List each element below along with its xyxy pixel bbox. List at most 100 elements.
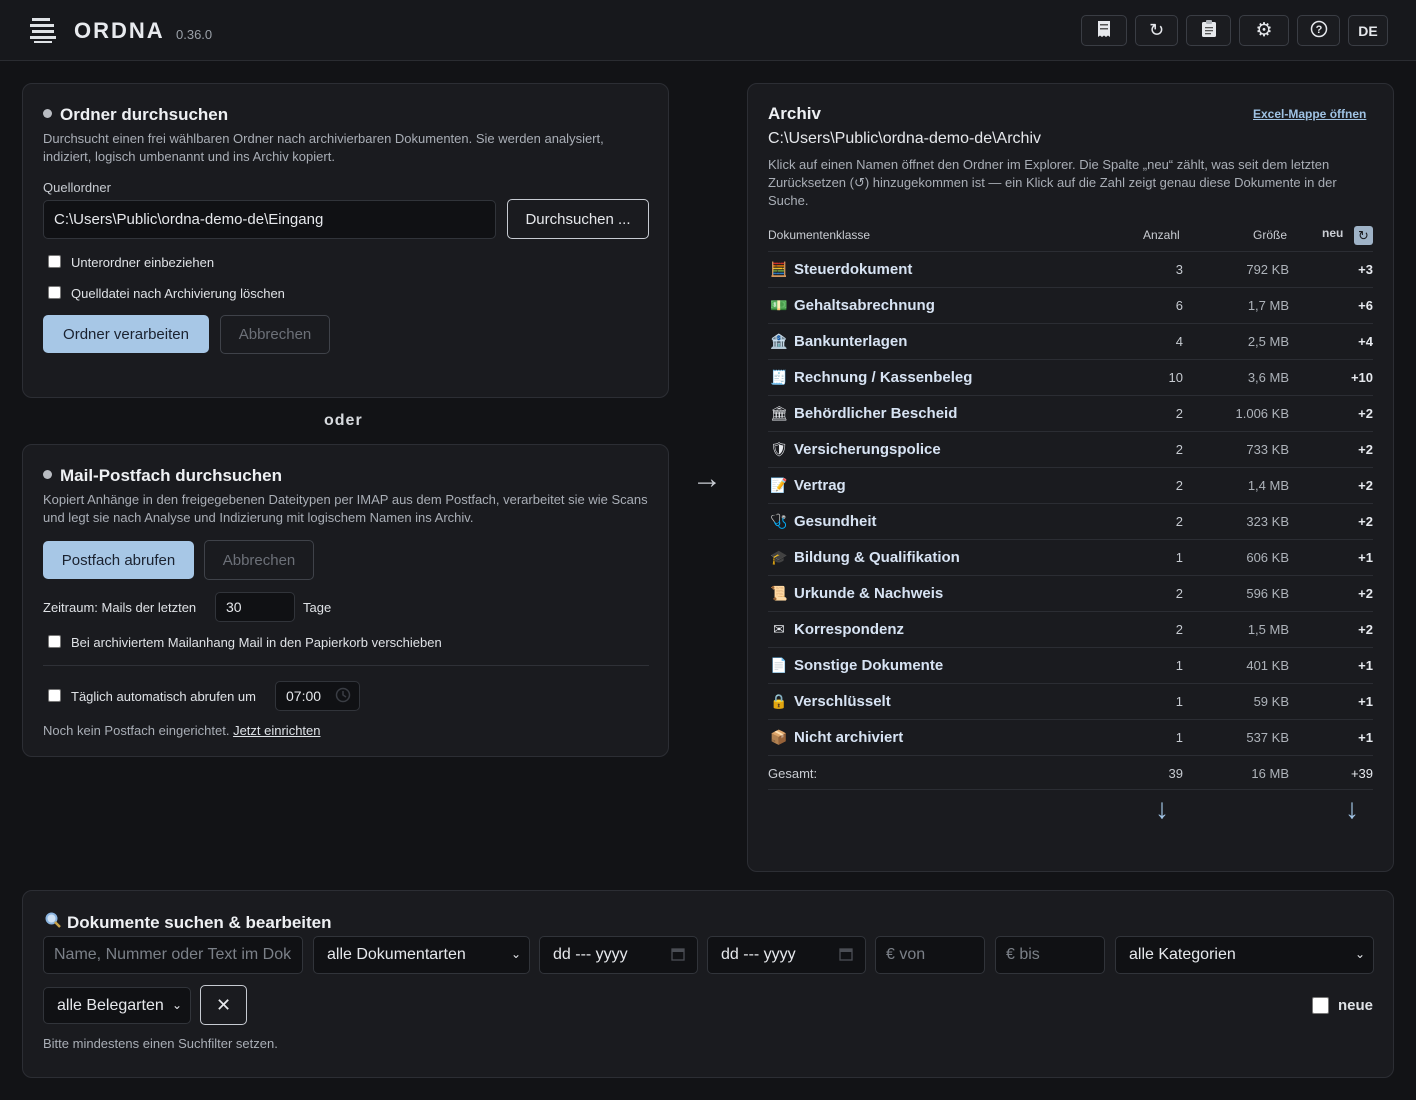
category-size: 537 KB bbox=[1246, 730, 1289, 745]
setup-mailbox-link[interactable]: Jetzt einrichten bbox=[233, 723, 320, 738]
category-size: 1,5 MB bbox=[1247, 622, 1289, 637]
clear-filters-button[interactable]: ✕ bbox=[200, 985, 247, 1025]
category-new-link[interactable]: +2 bbox=[1358, 622, 1373, 637]
category-new-link[interactable]: +1 bbox=[1358, 730, 1373, 745]
arrow-down-icon[interactable]: ↓ bbox=[1345, 793, 1359, 825]
process-folder-button[interactable]: Ordner verarbeiten bbox=[43, 315, 209, 353]
total-new: +39 bbox=[1350, 766, 1373, 781]
fetch-mailbox-button[interactable]: Postfach abrufen bbox=[43, 541, 194, 579]
category-name-link[interactable]: Korrespondenz bbox=[794, 621, 904, 638]
category-count: 2 bbox=[1175, 478, 1183, 493]
document-button[interactable] bbox=[1081, 15, 1127, 46]
table-row[interactable]: 🎓 Bildung & Qualifikation 1 606 KB +1 bbox=[768, 540, 1373, 576]
include-subfolders-label: Unterordner einbeziehen bbox=[71, 255, 215, 270]
column-class: Dokumentenklasse bbox=[768, 228, 871, 242]
auto-fetch-time-input[interactable]: 07:00 bbox=[275, 681, 360, 711]
category-name-link[interactable]: Nicht archiviert bbox=[794, 729, 903, 746]
category-new-link[interactable]: +1 bbox=[1358, 658, 1373, 673]
table-row[interactable]: ✉ Korrespondenz 2 1,5 MB +2 bbox=[768, 612, 1373, 648]
folder-panel: Ordner durchsuchen Durchsucht einen frei… bbox=[22, 83, 669, 398]
reset-new-button[interactable]: ↻ bbox=[1354, 226, 1373, 245]
category-icon: 💵 bbox=[770, 297, 788, 313]
language-button[interactable]: DE bbox=[1348, 15, 1388, 46]
category-name-link[interactable]: Versicherungspolice bbox=[794, 441, 941, 458]
table-row[interactable]: 🏦 Bankunterlagen 4 2,5 MB +4 bbox=[768, 324, 1373, 360]
category-new-link[interactable]: +2 bbox=[1358, 586, 1373, 601]
archive-title: Archiv bbox=[768, 104, 821, 123]
source-folder-label: Quellordner bbox=[43, 180, 111, 195]
search-text-input[interactable]: Name, Nummer oder Text im Dok bbox=[43, 936, 303, 974]
category-new-link[interactable]: +6 bbox=[1358, 298, 1373, 313]
category-name-link[interactable]: Sonstige Dokumente bbox=[794, 657, 943, 674]
help-icon: ? bbox=[1310, 20, 1328, 42]
table-row[interactable]: 💵 Gehaltsabrechnung 6 1,7 MB +6 bbox=[768, 288, 1373, 324]
date-to-input[interactable]: dd --- yyyy bbox=[707, 936, 866, 974]
archive-path-link[interactable]: C:\Users\Public\ordna-demo-de\Archiv bbox=[768, 130, 1041, 148]
table-row[interactable]: 🧾 Rechnung / Kassenbeleg 10 3,6 MB +10 bbox=[768, 360, 1373, 396]
table-row[interactable]: 📄 Sonstige Dokumente 1 401 KB +1 bbox=[768, 648, 1373, 684]
table-row[interactable]: 📜 Urkunde & Nachweis 2 596 KB +2 bbox=[768, 576, 1373, 612]
category-icon: 📝 bbox=[770, 477, 788, 493]
category-name-link[interactable]: Behördlicher Bescheid bbox=[794, 405, 957, 422]
include-subfolders-checkbox[interactable] bbox=[48, 255, 61, 268]
total-size: 16 MB bbox=[1251, 766, 1289, 781]
clock-icon bbox=[335, 687, 351, 706]
date-from-input[interactable]: dd --- yyyy bbox=[539, 936, 698, 974]
auto-fetch-checkbox[interactable] bbox=[48, 689, 61, 702]
source-folder-input[interactable]: C:\Users\Public\ordna-demo-de\Eingang bbox=[43, 200, 496, 239]
category-new-link[interactable]: +2 bbox=[1358, 442, 1373, 457]
table-row[interactable]: 🏛 Behördlicher Bescheid 2 1.006 KB +2 bbox=[768, 396, 1373, 432]
no-mailbox-text: Noch kein Postfach eingerichtet. bbox=[43, 723, 230, 738]
category-name-link[interactable]: Urkunde & Nachweis bbox=[794, 585, 943, 602]
table-row[interactable]: 🔒 Verschlüsselt 1 59 KB +1 bbox=[768, 684, 1373, 720]
category-new-link[interactable]: +2 bbox=[1358, 406, 1373, 421]
new-only-checkbox[interactable] bbox=[1312, 997, 1329, 1014]
clipboard-button[interactable] bbox=[1186, 15, 1231, 46]
category-name-link[interactable]: Gehaltsabrechnung bbox=[794, 297, 935, 314]
category-name-link[interactable]: Verschlüsselt bbox=[794, 693, 891, 710]
or-separator: oder bbox=[324, 412, 363, 429]
gear-icon: ⚙ bbox=[1255, 20, 1273, 41]
delete-after-checkbox[interactable] bbox=[48, 286, 61, 299]
total-label: Gesamt: bbox=[768, 766, 818, 781]
trash-mail-checkbox[interactable] bbox=[48, 635, 61, 648]
status-dot bbox=[43, 109, 52, 118]
category-name-link[interactable]: Bildung & Qualifikation bbox=[794, 549, 960, 566]
table-row[interactable]: 🛡 Versicherungspolice 2 733 KB +2 bbox=[768, 432, 1373, 468]
cancel-folder-button[interactable]: Abbrechen bbox=[220, 315, 330, 354]
mail-panel-description: Kopiert Anhänge in den freigegebenen Dat… bbox=[43, 492, 648, 525]
arrow-down-icon[interactable]: ↓ bbox=[1155, 793, 1169, 825]
category-name-link[interactable]: Bankunterlagen bbox=[794, 333, 907, 350]
category-new-link[interactable]: +3 bbox=[1358, 262, 1373, 277]
category-new-link[interactable]: +2 bbox=[1358, 514, 1373, 529]
receipt-type-select[interactable]: alle Belegarten ⌄ bbox=[43, 987, 191, 1024]
category-new-link[interactable]: +1 bbox=[1358, 694, 1373, 709]
category-name-link[interactable]: Rechnung / Kassenbeleg bbox=[794, 369, 972, 386]
category-icon: 🏦 bbox=[770, 333, 788, 349]
settings-button[interactable]: ⚙ bbox=[1239, 15, 1289, 46]
cancel-mail-button[interactable]: Abbrechen bbox=[204, 540, 314, 580]
table-row[interactable]: 📦 Nicht archiviert 1 537 KB +1 bbox=[768, 720, 1373, 756]
category-select[interactable]: alle Kategorien ⌄ bbox=[1115, 936, 1374, 974]
category-new-link[interactable]: +2 bbox=[1358, 478, 1373, 493]
category-size: 606 KB bbox=[1246, 550, 1289, 565]
receipt-type-value: alle Belegarten bbox=[57, 996, 164, 1014]
table-row[interactable]: 📝 Vertrag 2 1,4 MB +2 bbox=[768, 468, 1373, 504]
category-new-link[interactable]: +1 bbox=[1358, 550, 1373, 565]
category-name-link[interactable]: Gesundheit bbox=[794, 513, 877, 530]
open-excel-link[interactable]: Excel-Mappe öffnen bbox=[1253, 107, 1366, 121]
category-count: 3 bbox=[1175, 262, 1183, 277]
range-days-input[interactable]: 30 bbox=[215, 592, 295, 622]
table-row[interactable]: 🧮 Steuerdokument 3 792 KB +3 bbox=[768, 252, 1373, 288]
category-name-link[interactable]: Steuerdokument bbox=[794, 261, 912, 278]
refresh-button[interactable]: ↻ bbox=[1135, 15, 1178, 46]
table-row[interactable]: 🩺 Gesundheit 2 323 KB +2 bbox=[768, 504, 1373, 540]
category-new-link[interactable]: +10 bbox=[1351, 370, 1373, 385]
amount-from-input[interactable]: € von bbox=[875, 936, 985, 974]
browse-button[interactable]: Durchsuchen ... bbox=[507, 199, 649, 239]
category-new-link[interactable]: +4 bbox=[1358, 334, 1373, 349]
help-button[interactable]: ? bbox=[1297, 15, 1340, 46]
amount-to-input[interactable]: € bis bbox=[995, 936, 1105, 974]
category-name-link[interactable]: Vertrag bbox=[794, 477, 846, 494]
doc-type-select[interactable]: alle Dokumentarten ⌄ bbox=[313, 936, 530, 974]
